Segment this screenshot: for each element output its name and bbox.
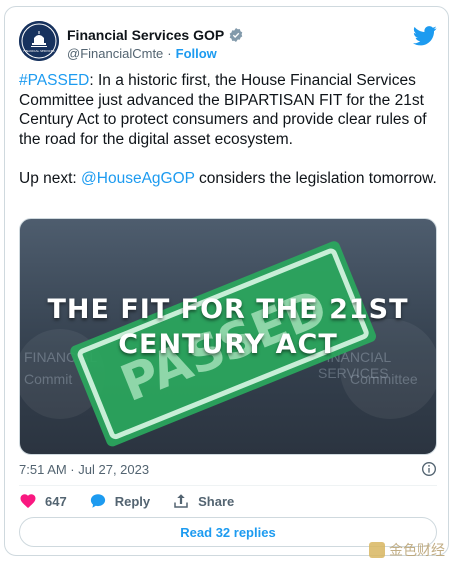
tweet-timestamp[interactable]: 7:51 AM · Jul 27, 2023 (19, 462, 149, 477)
tweet-header: FINANCIAL SERVICES Financial Services GO… (19, 19, 437, 75)
reply-button[interactable]: Reply (89, 492, 150, 510)
reply-bubble-icon (90, 494, 105, 508)
tweet-body-part2: considers the legislation tomorrow. (194, 169, 437, 187)
like-count: 647 (45, 493, 67, 509)
separator-dot: · (167, 46, 172, 61)
author-name-row: Financial Services GOP (67, 27, 244, 43)
tweet-text: #PASSED: In a historic first, the House … (19, 71, 437, 188)
heart-icon (20, 494, 36, 509)
author-handle[interactable]: @FinancialCmte (67, 46, 163, 61)
share-upload-icon (174, 494, 188, 508)
author-display-name[interactable]: Financial Services GOP (67, 27, 224, 43)
tweet-actions: 647 Reply Share (19, 489, 234, 513)
capitol-logo-icon: FINANCIAL SERVICES (19, 21, 59, 61)
author-handle-row: @FinancialCmte · Follow (67, 46, 217, 61)
verified-badge-icon (229, 28, 243, 42)
like-button[interactable]: 647 (19, 492, 67, 510)
tweet-card: FINANCIAL SERVICES Financial Services GO… (4, 6, 449, 556)
info-icon[interactable] (421, 461, 437, 477)
image-caption-line2: CENTURY ACT (118, 329, 338, 360)
image-caption-line1: THE FIT FOR THE 21ST (47, 294, 409, 325)
reply-label: Reply (114, 493, 151, 509)
avatar[interactable]: FINANCIAL SERVICES (19, 21, 59, 61)
watermark-text: 金色财经 (389, 542, 445, 558)
twitter-bird-icon[interactable] (413, 25, 437, 47)
hashtag-link[interactable]: #PASSED (19, 72, 89, 89)
share-button[interactable]: Share (172, 492, 234, 510)
mention-link[interactable]: @HouseAgGOP (81, 170, 195, 187)
watermark: 金色财经 (369, 540, 445, 560)
avatar-text: FINANCIAL SERVICES (23, 49, 54, 53)
share-label: Share (198, 493, 235, 509)
divider (19, 485, 437, 486)
watermark-logo-icon (369, 542, 385, 558)
tweet-meta-row: 7:51 AM · Jul 27, 2023 (19, 459, 437, 479)
follow-button[interactable]: Follow (176, 46, 217, 61)
tweet-image[interactable]: FINANCIAL Commit FINANCIAL SERVICES Comm… (19, 218, 437, 455)
